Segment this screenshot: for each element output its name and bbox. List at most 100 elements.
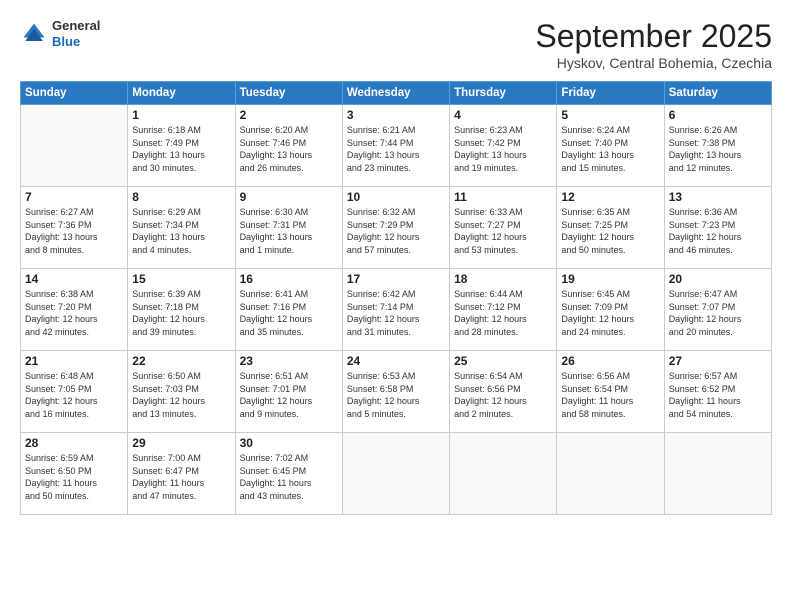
calendar-cell: 2 Sunrise: 6:20 AM Sunset: 7:46 PM Daylig… [235, 105, 342, 187]
calendar-cell: 12Sunrise: 6:35 AM Sunset: 7:25 PM Dayli… [557, 187, 664, 269]
calendar-cell: 18 Sunrise: 6:44 AM Sunset: 7:12 PM Dayli… [450, 269, 557, 351]
header: General Blue September 2025 Hyskov, Cent… [20, 18, 772, 71]
day-detail: Sunrise: 6:27 AM Sunset: 7:36 PM Dayligh… [25, 206, 123, 256]
title-block: September 2025 Hyskov, Central Bohemia, … [535, 18, 772, 71]
day-number: 16 [240, 272, 338, 286]
calendar-cell: 3Sunrise: 6:21 AM Sunset: 7:44 PM Daylig… [342, 105, 449, 187]
weekday-row: SundayMondayTuesdayWednesdayThursdayFrid… [21, 82, 772, 105]
week-row-1: 1 Sunrise: 6:18 AM Sunset: 7:49 PM Daylig… [21, 105, 772, 187]
day-number: 13 [669, 190, 767, 204]
calendar-cell [342, 433, 449, 515]
calendar-cell: 24 Sunrise: 6:53 AM Sunset: 6:58 PM Dayli… [342, 351, 449, 433]
day-number: 30 [240, 436, 338, 450]
calendar-cell: 6 Sunrise: 6:26 AM Sunset: 7:38 PM Daylig… [664, 105, 771, 187]
calendar-cell: 1 Sunrise: 6:18 AM Sunset: 7:49 PM Daylig… [128, 105, 235, 187]
day-detail: Sunrise: 6:45 AM Sunset: 7:09 PM Dayligh… [561, 288, 659, 338]
calendar-cell: 17 Sunrise: 6:42 AM Sunset: 7:14 PM Dayli… [342, 269, 449, 351]
day-number: 7 [25, 190, 123, 204]
week-row-2: 7 Sunrise: 6:27 AM Sunset: 7:36 PM Daylig… [21, 187, 772, 269]
day-detail: Sunrise: 6:50 AM Sunset: 7:03 PM Dayligh… [132, 370, 230, 420]
logo: General Blue [20, 18, 100, 49]
day-number: 20 [669, 272, 767, 286]
calendar-cell: 27 Sunrise: 6:57 AM Sunset: 6:52 PM Dayli… [664, 351, 771, 433]
day-number: 11 [454, 190, 552, 204]
day-detail: Sunrise: 6:26 AM Sunset: 7:38 PM Dayligh… [669, 124, 767, 174]
weekday-header-sunday: Sunday [21, 82, 128, 105]
day-detail: Sunrise: 6:42 AM Sunset: 7:14 PM Dayligh… [347, 288, 445, 338]
calendar-cell: 4 Sunrise: 6:23 AM Sunset: 7:42 PM Daylig… [450, 105, 557, 187]
calendar-cell [450, 433, 557, 515]
day-detail: Sunrise: 6:39 AM Sunset: 7:18 PM Dayligh… [132, 288, 230, 338]
day-number: 5 [561, 108, 659, 122]
calendar-cell: 5 Sunrise: 6:24 AM Sunset: 7:40 PM Daylig… [557, 105, 664, 187]
calendar-cell: 16 Sunrise: 6:41 AM Sunset: 7:16 PM Dayli… [235, 269, 342, 351]
day-detail: Sunrise: 6:20 AM Sunset: 7:46 PM Dayligh… [240, 124, 338, 174]
day-detail: Sunrise: 6:35 AM Sunset: 7:25 PM Dayligh… [561, 206, 659, 256]
calendar-cell [664, 433, 771, 515]
day-detail: Sunrise: 6:29 AM Sunset: 7:34 PM Dayligh… [132, 206, 230, 256]
calendar-cell: 7 Sunrise: 6:27 AM Sunset: 7:36 PM Daylig… [21, 187, 128, 269]
week-row-4: 21 Sunrise: 6:48 AM Sunset: 7:05 PM Dayli… [21, 351, 772, 433]
day-detail: Sunrise: 6:47 AM Sunset: 7:07 PM Dayligh… [669, 288, 767, 338]
day-number: 18 [454, 272, 552, 286]
calendar-cell: 15Sunrise: 6:39 AM Sunset: 7:18 PM Dayli… [128, 269, 235, 351]
day-detail: Sunrise: 6:41 AM Sunset: 7:16 PM Dayligh… [240, 288, 338, 338]
day-number: 21 [25, 354, 123, 368]
page: General Blue September 2025 Hyskov, Cent… [0, 0, 792, 612]
day-number: 24 [347, 354, 445, 368]
day-number: 27 [669, 354, 767, 368]
day-number: 8 [132, 190, 230, 204]
day-number: 17 [347, 272, 445, 286]
day-detail: Sunrise: 6:53 AM Sunset: 6:58 PM Dayligh… [347, 370, 445, 420]
day-number: 14 [25, 272, 123, 286]
day-detail: Sunrise: 6:48 AM Sunset: 7:05 PM Dayligh… [25, 370, 123, 420]
logo-text: General Blue [52, 18, 100, 49]
calendar-cell: 19Sunrise: 6:45 AM Sunset: 7:09 PM Dayli… [557, 269, 664, 351]
day-number: 4 [454, 108, 552, 122]
day-detail: Sunrise: 6:23 AM Sunset: 7:42 PM Dayligh… [454, 124, 552, 174]
day-number: 9 [240, 190, 338, 204]
weekday-header-tuesday: Tuesday [235, 82, 342, 105]
weekday-header-saturday: Saturday [664, 82, 771, 105]
day-detail: Sunrise: 6:38 AM Sunset: 7:20 PM Dayligh… [25, 288, 123, 338]
calendar-cell: 26 Sunrise: 6:56 AM Sunset: 6:54 PM Dayli… [557, 351, 664, 433]
day-detail: Sunrise: 7:02 AM Sunset: 6:45 PM Dayligh… [240, 452, 338, 502]
calendar-cell: 22 Sunrise: 6:50 AM Sunset: 7:03 PM Dayli… [128, 351, 235, 433]
calendar-cell: 21 Sunrise: 6:48 AM Sunset: 7:05 PM Dayli… [21, 351, 128, 433]
day-detail: Sunrise: 7:00 AM Sunset: 6:47 PM Dayligh… [132, 452, 230, 502]
day-detail: Sunrise: 6:54 AM Sunset: 6:56 PM Dayligh… [454, 370, 552, 420]
day-number: 29 [132, 436, 230, 450]
day-number: 23 [240, 354, 338, 368]
day-number: 6 [669, 108, 767, 122]
day-detail: Sunrise: 6:44 AM Sunset: 7:12 PM Dayligh… [454, 288, 552, 338]
calendar-cell: 14 Sunrise: 6:38 AM Sunset: 7:20 PM Dayli… [21, 269, 128, 351]
calendar-cell: 28Sunrise: 6:59 AM Sunset: 6:50 PM Dayli… [21, 433, 128, 515]
calendar-cell: 8 Sunrise: 6:29 AM Sunset: 7:34 PM Daylig… [128, 187, 235, 269]
day-number: 28 [25, 436, 123, 450]
week-row-3: 14 Sunrise: 6:38 AM Sunset: 7:20 PM Dayli… [21, 269, 772, 351]
day-detail: Sunrise: 6:57 AM Sunset: 6:52 PM Dayligh… [669, 370, 767, 420]
weekday-header-friday: Friday [557, 82, 664, 105]
day-detail: Sunrise: 6:56 AM Sunset: 6:54 PM Dayligh… [561, 370, 659, 420]
location: Hyskov, Central Bohemia, Czechia [535, 55, 772, 71]
day-number: 2 [240, 108, 338, 122]
calendar-cell: 30 Sunrise: 7:02 AM Sunset: 6:45 PM Dayli… [235, 433, 342, 515]
day-number: 25 [454, 354, 552, 368]
calendar-cell [21, 105, 128, 187]
calendar-cell: 9 Sunrise: 6:30 AM Sunset: 7:31 PM Daylig… [235, 187, 342, 269]
calendar-cell: 20 Sunrise: 6:47 AM Sunset: 7:07 PM Dayli… [664, 269, 771, 351]
weekday-header-wednesday: Wednesday [342, 82, 449, 105]
day-detail: Sunrise: 6:30 AM Sunset: 7:31 PM Dayligh… [240, 206, 338, 256]
day-number: 1 [132, 108, 230, 122]
day-detail: Sunrise: 6:18 AM Sunset: 7:49 PM Dayligh… [132, 124, 230, 174]
calendar-cell: 10Sunrise: 6:32 AM Sunset: 7:29 PM Dayli… [342, 187, 449, 269]
calendar-cell [557, 433, 664, 515]
day-number: 22 [132, 354, 230, 368]
day-detail: Sunrise: 6:24 AM Sunset: 7:40 PM Dayligh… [561, 124, 659, 174]
calendar-table: SundayMondayTuesdayWednesdayThursdayFrid… [20, 81, 772, 515]
day-number: 10 [347, 190, 445, 204]
logo-icon [20, 20, 48, 48]
day-number: 26 [561, 354, 659, 368]
day-number: 3 [347, 108, 445, 122]
calendar-cell: 29 Sunrise: 7:00 AM Sunset: 6:47 PM Dayli… [128, 433, 235, 515]
